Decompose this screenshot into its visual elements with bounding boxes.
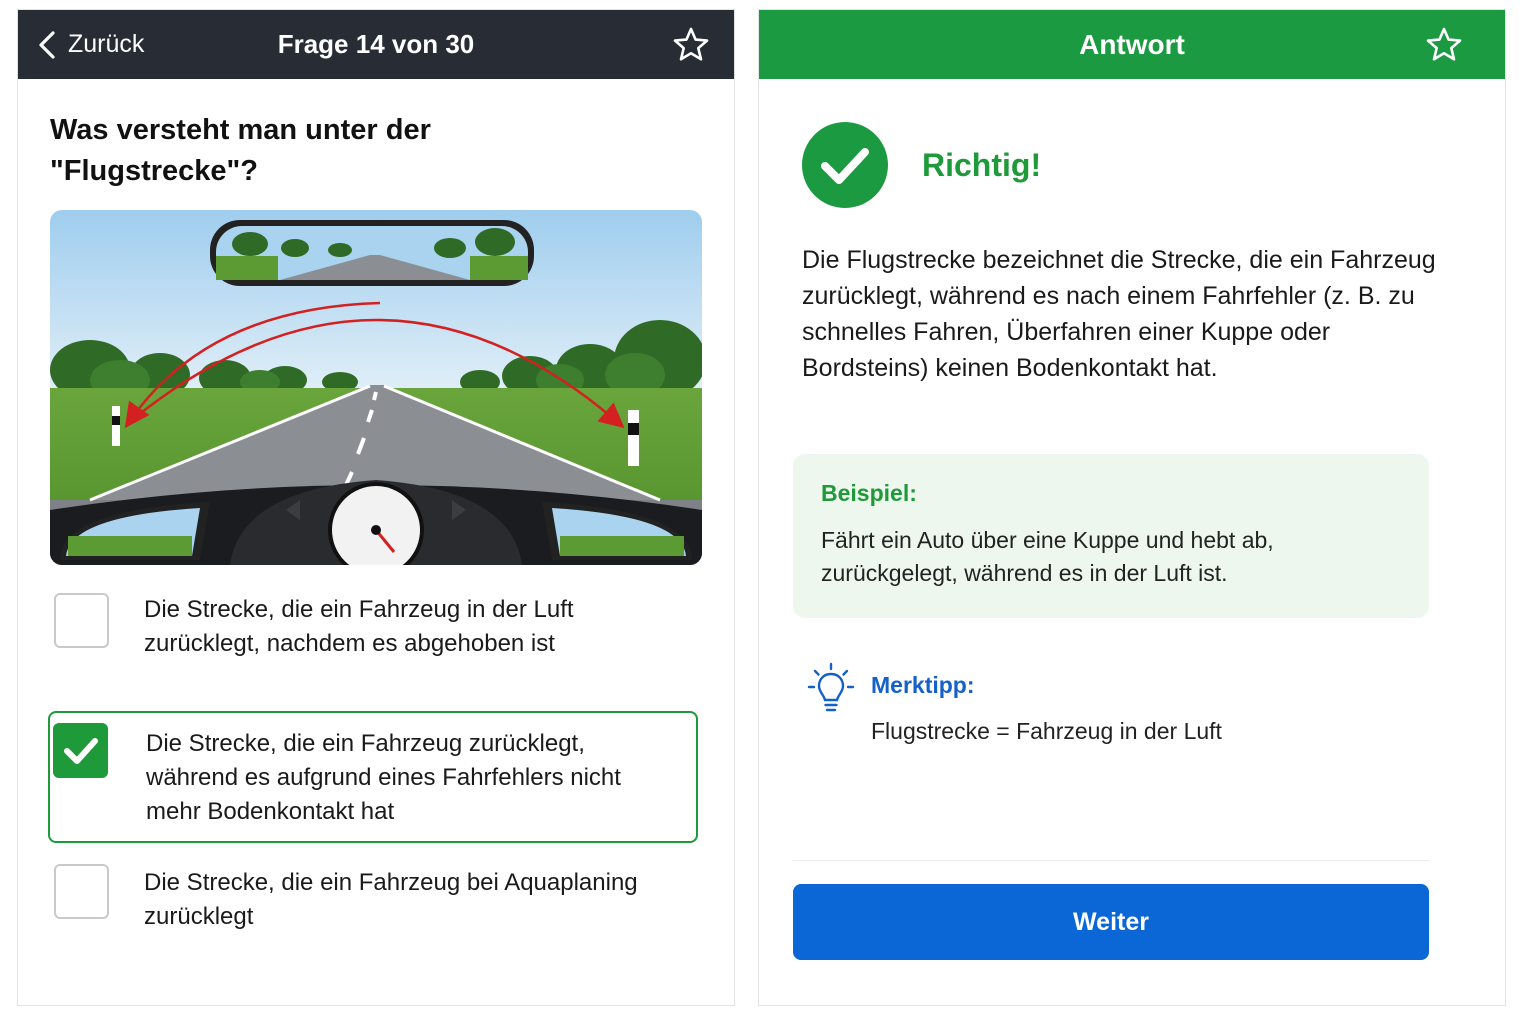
example-title: Beispiel: bbox=[821, 480, 917, 506]
answer-option-2[interactable]: Die Strecke, die ein Fahrzeug zurücklegt… bbox=[48, 711, 698, 843]
checkbox[interactable] bbox=[54, 593, 109, 648]
answer-option-text: Die Strecke, die ein Fahrzeug zurücklegt… bbox=[146, 730, 621, 825]
back-button[interactable]: Zurück bbox=[36, 10, 144, 79]
answer-header: Antwort bbox=[759, 10, 1505, 79]
question-panel: Zurück Frage 14 von 30 Was versteht man … bbox=[17, 9, 735, 1006]
check-circle-icon bbox=[802, 122, 888, 208]
tip-text: Flugstrecke = Fahrzeug in der Luft bbox=[871, 718, 1222, 744]
next-button[interactable]: Weiter bbox=[793, 884, 1429, 960]
answer-option-3[interactable]: Die Strecke, die ein Fahrzeug bei Aquapl… bbox=[48, 859, 698, 949]
lightbulb-icon bbox=[807, 662, 855, 712]
road-scene-image bbox=[50, 210, 702, 565]
answer-option-text: Die Strecke, die ein Fahrzeug in der Luf… bbox=[144, 596, 574, 657]
bookmark-star-icon[interactable] bbox=[1425, 26, 1463, 64]
question-header: Zurück Frage 14 von 30 bbox=[18, 10, 734, 79]
checkbox-checked[interactable] bbox=[53, 723, 108, 778]
tip-title: Merktipp: bbox=[871, 672, 975, 698]
example-text: Fährt ein Auto über eine Kuppe und hebt … bbox=[821, 527, 1274, 586]
checkbox[interactable] bbox=[54, 864, 109, 919]
example-box: Beispiel: Fährt ein Auto über eine Kuppe… bbox=[793, 454, 1429, 618]
answer-title: Antwort bbox=[1079, 29, 1185, 60]
checkmark-icon bbox=[64, 738, 98, 764]
answer-option-text: Die Strecke, die ein Fahrzeug bei Aquapl… bbox=[144, 869, 638, 930]
result-label: Richtig! bbox=[922, 146, 1042, 183]
bookmark-star-icon[interactable] bbox=[672, 26, 710, 64]
back-label: Zurück bbox=[68, 30, 145, 58]
answer-panel: Antwort Richtig! Die Flugstrecke bezeich… bbox=[758, 9, 1506, 1006]
divider bbox=[793, 860, 1429, 861]
question-text: Was versteht man unter der "Flugstrecke"… bbox=[50, 114, 431, 187]
explanation-text: Die Flugstrecke bezeichnet die Strecke, … bbox=[802, 246, 1436, 382]
answer-option-1[interactable]: Die Strecke, die ein Fahrzeug in der Luf… bbox=[48, 588, 698, 708]
result-row: Richtig! bbox=[802, 122, 1041, 208]
chevron-left-icon bbox=[39, 30, 55, 59]
